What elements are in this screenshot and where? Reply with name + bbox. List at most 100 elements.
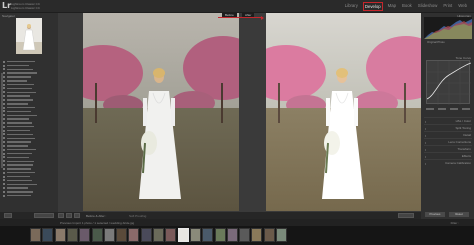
preset-icon xyxy=(3,125,5,128)
section-hsl[interactable]: HSL / Color xyxy=(424,117,472,123)
filmstrip xyxy=(0,226,474,245)
copy-settings-button[interactable] xyxy=(74,213,80,218)
navigator-preview[interactable] xyxy=(16,18,42,54)
preset-icon xyxy=(3,98,5,101)
filmstrip-thumbnail[interactable] xyxy=(251,228,263,242)
filmstrip-thumbnail[interactable] xyxy=(79,228,91,242)
filmstrip-thumbnail[interactable] xyxy=(214,228,226,242)
filmstrip-thumbnail[interactable] xyxy=(239,228,251,242)
preset-label xyxy=(7,122,32,124)
preset-label xyxy=(7,145,28,147)
filmstrip-info[interactable]: Previous Import 1 photo / 1 selected / w… xyxy=(60,221,134,225)
filmstrip-thumbnail[interactable] xyxy=(103,228,115,242)
preset-label xyxy=(7,152,32,155)
soft-proofing-checkbox[interactable]: Soft Proofing xyxy=(129,214,146,218)
preset-label xyxy=(7,194,31,197)
preset-label xyxy=(7,179,32,182)
preset-label xyxy=(7,172,35,174)
module-web[interactable]: Web xyxy=(457,2,468,11)
filmstrip-thumbnail[interactable] xyxy=(202,228,214,242)
preset-icon xyxy=(3,79,5,82)
section-split-toning[interactable]: Split Toning xyxy=(424,124,472,130)
filmstrip-thumbnail[interactable] xyxy=(189,228,201,242)
compare-view: Before After xyxy=(58,13,422,212)
preset-icon xyxy=(3,121,5,124)
preset-icon xyxy=(3,76,5,78)
zoom-button[interactable] xyxy=(34,213,54,218)
previous-button[interactable]: Previous xyxy=(425,212,445,217)
preset-label xyxy=(7,114,37,116)
swap-button[interactable] xyxy=(66,213,72,218)
preset-label xyxy=(7,87,32,90)
preset-icon xyxy=(3,183,5,186)
preset-label xyxy=(7,61,35,63)
module-library[interactable]: Library xyxy=(344,2,359,11)
preset-icon xyxy=(3,179,5,182)
preset-label xyxy=(7,76,31,78)
module-slideshow[interactable]: Slideshow xyxy=(417,2,439,11)
channel-green-button[interactable] xyxy=(450,108,458,110)
filmstrip-thumbnail[interactable] xyxy=(54,228,66,242)
preset-label xyxy=(7,106,35,109)
original-photo-toggle[interactable]: Original Photo xyxy=(427,40,445,44)
preset-label xyxy=(7,137,35,139)
filmstrip-thumbnail[interactable] xyxy=(91,228,103,242)
filmstrip-thumbnail[interactable] xyxy=(177,228,189,242)
module-print[interactable]: Print xyxy=(442,2,453,11)
preset-label xyxy=(7,149,36,151)
filmstrip-filter[interactable]: Filter : xyxy=(451,221,459,225)
filmstrip-thumbnail[interactable] xyxy=(140,228,152,242)
section-camera-calibration[interactable]: Camera Calibration xyxy=(424,159,472,165)
filmstrip-thumbnail[interactable] xyxy=(153,228,164,242)
preset-label xyxy=(7,160,34,162)
section-lens-corrections[interactable]: Lens Corrections xyxy=(424,138,472,144)
preset-label xyxy=(7,80,27,82)
filmstrip-thumbnail[interactable] xyxy=(42,228,54,242)
preset-icon xyxy=(3,152,5,155)
before-photo[interactable] xyxy=(83,13,239,211)
preset-icon xyxy=(3,110,5,113)
reset-button[interactable]: Reset xyxy=(449,212,469,217)
preset-label xyxy=(7,187,28,189)
preset-icon xyxy=(3,68,5,71)
preset-label xyxy=(7,126,34,128)
after-photo[interactable] xyxy=(266,13,422,211)
preset-icon xyxy=(3,91,5,94)
navigator-header[interactable]: Navigator xyxy=(2,14,15,18)
filmstrip-thumbnail[interactable] xyxy=(116,228,128,242)
preset-item[interactable] xyxy=(3,194,56,197)
preset-icon xyxy=(3,60,5,63)
filmstrip-thumbnail[interactable] xyxy=(66,228,78,242)
channel-red-button[interactable] xyxy=(438,108,446,110)
module-develop[interactable]: Develop xyxy=(362,2,383,11)
toolbar-menu-button[interactable] xyxy=(398,213,414,218)
curve-channel-buttons xyxy=(426,105,470,112)
filmstrip-thumbnail[interactable] xyxy=(263,228,275,242)
histogram-chart xyxy=(424,17,472,39)
channel-blue-button[interactable] xyxy=(462,108,470,110)
module-book[interactable]: Book xyxy=(401,2,413,11)
preset-icon xyxy=(3,144,5,147)
preset-icon xyxy=(3,129,5,132)
toolbar: Before & After : Soft Proofing xyxy=(0,212,421,219)
tone-curve-graph[interactable] xyxy=(426,60,472,105)
preset-label xyxy=(7,164,33,166)
module-map[interactable]: Map xyxy=(387,2,397,11)
filmstrip-thumbnail[interactable] xyxy=(226,228,238,242)
before-after-mode-button[interactable] xyxy=(58,213,64,218)
preset-icon xyxy=(3,190,5,193)
channel-rgb-button[interactable] xyxy=(426,108,434,110)
loupe-view-button[interactable] xyxy=(4,213,12,218)
preset-icon xyxy=(3,106,5,109)
section-effects[interactable]: Effects xyxy=(424,152,472,158)
preset-icon xyxy=(3,187,5,190)
section-transform[interactable]: Transform xyxy=(424,145,472,151)
filmstrip-thumbnail[interactable] xyxy=(128,228,140,242)
filmstrip-thumbnail[interactable] xyxy=(276,228,287,242)
preset-icon xyxy=(3,156,5,159)
filmstrip-thumbnail[interactable] xyxy=(30,228,41,242)
preset-label xyxy=(7,103,28,105)
filmstrip-thumbnail[interactable] xyxy=(165,228,177,242)
section-detail[interactable]: Detail xyxy=(424,131,472,137)
presets-list xyxy=(3,60,56,216)
